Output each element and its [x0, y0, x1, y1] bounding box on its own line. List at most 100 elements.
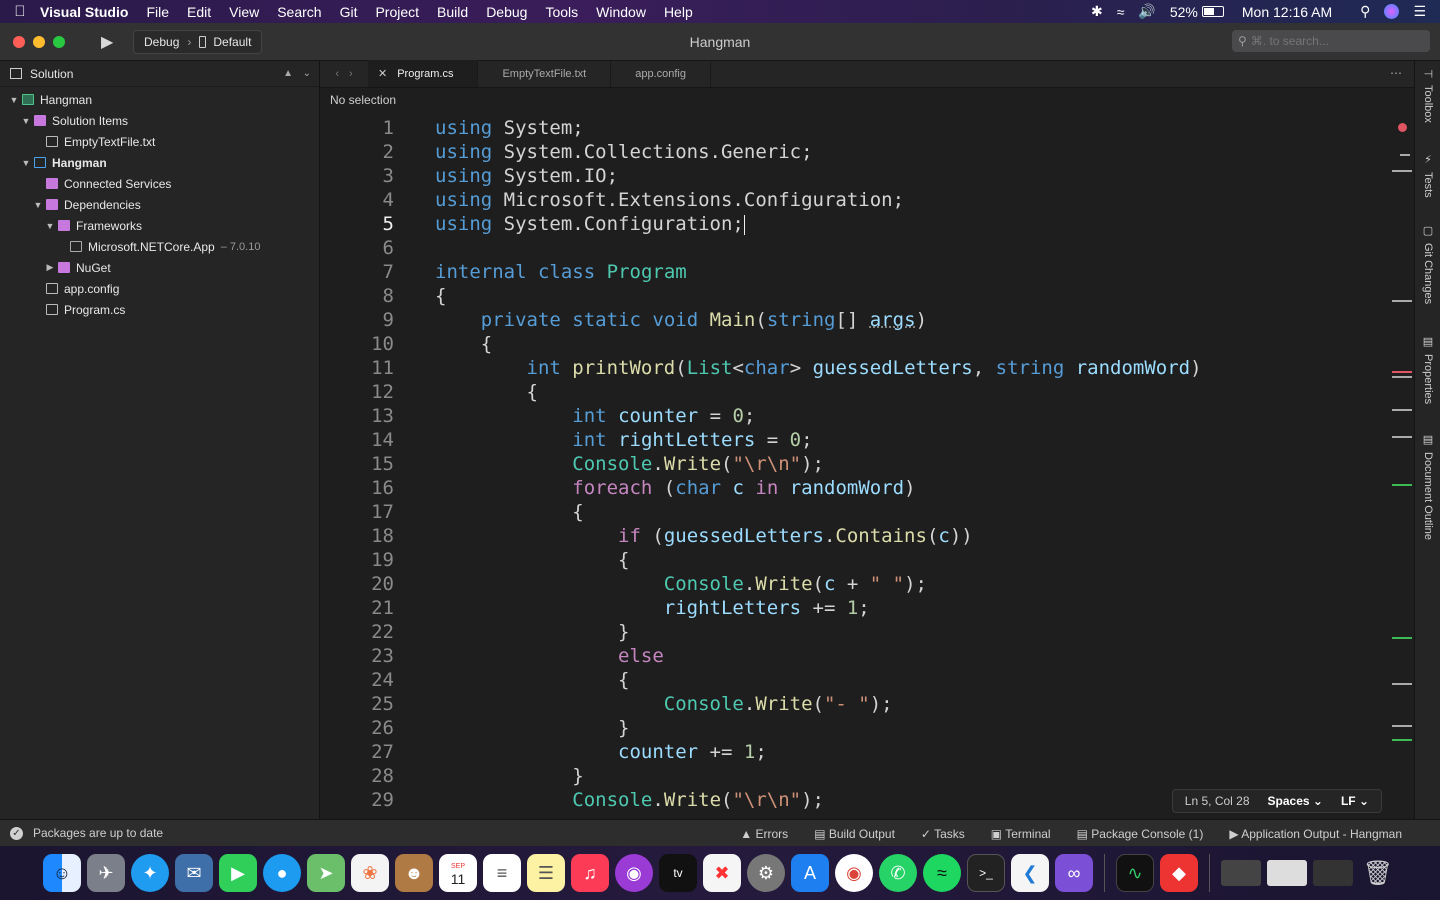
tree-item[interactable]: ▼ Hangman	[0, 152, 319, 173]
more-tabs-icon[interactable]: ⋯	[1390, 66, 1402, 80]
menu-tools[interactable]: Tools	[545, 4, 578, 20]
tree-item[interactable]: ▼ Hangman	[0, 89, 319, 110]
podcasts-icon[interactable]: ◉	[615, 854, 653, 892]
battery-icon[interactable]	[1201, 6, 1224, 17]
calendar-icon[interactable]: SEP 11	[439, 854, 477, 892]
wifi-icon[interactable]: ≈	[1117, 4, 1125, 20]
menu-build[interactable]: Build	[437, 4, 468, 20]
contacts-icon[interactable]: ☻	[395, 854, 433, 892]
app-menu[interactable]: Visual Studio	[40, 4, 128, 20]
search-input[interactable]	[1250, 34, 1411, 48]
apple-menu-icon[interactable]: 	[0, 3, 40, 20]
pad-terminal[interactable]: ▣ Terminal	[991, 827, 1051, 841]
pad-tests[interactable]: ⚡ Tests	[1415, 153, 1440, 198]
safari-icon[interactable]: ✦	[131, 854, 169, 892]
minimized-window-icon[interactable]	[1221, 860, 1261, 886]
pad-document-outline[interactable]: ▤ Document Outline	[1415, 433, 1440, 540]
pad-build-output[interactable]: ▤ Build Output	[814, 827, 895, 841]
anydesk-icon[interactable]: ◆	[1160, 854, 1198, 892]
tree-item[interactable]: app.config	[0, 278, 319, 299]
overview-ruler[interactable]	[1392, 88, 1414, 819]
tree-item[interactable]: ▼ Dependencies	[0, 194, 319, 215]
pad-properties[interactable]: ▤ Properties	[1415, 335, 1440, 404]
music-icon[interactable]: ♫	[571, 854, 609, 892]
cursor-position[interactable]: Ln 5, Col 28	[1185, 794, 1250, 808]
tab-program-cs[interactable]: ✕ Program.cs	[368, 60, 479, 87]
expanded-arrow-icon[interactable]: ▼	[8, 95, 20, 105]
zoom-window-button[interactable]	[53, 35, 65, 48]
tree-item[interactable]: ▼ Frameworks	[0, 215, 319, 236]
minimized-window-icon[interactable]	[1313, 860, 1353, 886]
trash-icon[interactable]: 🗑	[1359, 854, 1397, 892]
visual-studio-icon[interactable]: ∞	[1055, 854, 1093, 892]
bluetooth-icon[interactable]: ✱	[1091, 3, 1103, 20]
menu-file[interactable]: File	[146, 4, 169, 20]
pad-tasks[interactable]: ✓ Tasks	[921, 827, 965, 841]
finder-icon[interactable]: ☺	[43, 854, 81, 892]
configuration-selector[interactable]: Debug › Default	[133, 29, 263, 54]
menu-view[interactable]: View	[229, 4, 259, 20]
tree-item[interactable]: Microsoft.NETCore.App – 7.0.10	[0, 236, 319, 257]
tree-item[interactable]: ▶ NuGet	[0, 257, 319, 278]
spotlight-icon[interactable]: ⚲	[1360, 3, 1370, 20]
tree-item[interactable]: Program.cs	[0, 299, 319, 320]
system-preferences-icon[interactable]: ⚙	[747, 854, 785, 892]
chevron-left-icon[interactable]: ‹	[335, 68, 339, 80]
search-box[interactable]: ⚲	[1232, 30, 1430, 52]
expanded-arrow-icon[interactable]: ▼	[44, 221, 56, 231]
menu-project[interactable]: Project	[375, 4, 419, 20]
expanded-arrow-icon[interactable]: ▼	[32, 200, 44, 210]
spotify-icon[interactable]: ≈	[923, 854, 961, 892]
minimize-window-button[interactable]	[33, 35, 45, 48]
app-store-icon[interactable]: A	[791, 854, 829, 892]
mail-icon[interactable]: ✉	[175, 854, 213, 892]
collapsed-arrow-icon[interactable]: ▶	[44, 262, 56, 273]
run-icon[interactable]: ▶	[101, 32, 121, 52]
line-endings-selector[interactable]: LF ⌄	[1341, 794, 1369, 808]
activity-monitor-icon[interactable]: ∿	[1116, 854, 1154, 892]
launchpad-icon[interactable]: ✈	[87, 854, 125, 892]
terminal-icon[interactable]: >_	[967, 854, 1005, 892]
menu-clock[interactable]: Mon 12:16 AM	[1242, 4, 1332, 20]
tree-item[interactable]: Connected Services	[0, 173, 319, 194]
tree-item[interactable]: ▼ Solution Items	[0, 110, 319, 131]
code-area[interactable]: 1 using System; 2 using System.Collections…	[320, 116, 1414, 819]
siri-icon[interactable]	[1384, 4, 1400, 19]
expanded-arrow-icon[interactable]: ▼	[20, 116, 32, 126]
volume-icon[interactable]: 🔊	[1138, 3, 1155, 20]
pad-git-changes[interactable]: ▢ Git Changes	[1415, 224, 1440, 304]
chrome-icon[interactable]: ◉	[835, 854, 873, 892]
chevron-down-icon[interactable]: ⌄	[303, 68, 311, 79]
vscode-icon[interactable]: ❮	[1011, 854, 1049, 892]
close-window-button[interactable]	[13, 35, 25, 48]
messages-icon[interactable]: ●	[263, 854, 301, 892]
pad-application-output[interactable]: ▶ Application Output - Hangman	[1229, 827, 1402, 841]
pad-package-console[interactable]: ▤ Package Console (1)	[1077, 827, 1204, 841]
facetime-icon[interactable]: ▶	[219, 854, 257, 892]
notes-icon[interactable]: ☰	[527, 854, 565, 892]
close-tab-icon[interactable]: ✕	[378, 67, 387, 80]
tree-item[interactable]: EmptyTextFile.txt	[0, 131, 319, 152]
tab-emptytextfile[interactable]: EmptyTextFile.txt	[478, 60, 612, 87]
menu-edit[interactable]: Edit	[187, 4, 211, 20]
menu-debug[interactable]: Debug	[486, 4, 527, 20]
pin-icon[interactable]: ▲	[283, 68, 293, 79]
menu-search[interactable]: Search	[277, 4, 321, 20]
menu-help[interactable]: Help	[664, 4, 693, 20]
photos-icon[interactable]: ❀	[351, 854, 389, 892]
menu-window[interactable]: Window	[596, 4, 646, 20]
pad-toolbox[interactable]: ⊤ Toolbox	[1415, 69, 1440, 123]
reminders-icon[interactable]: ≡	[483, 854, 521, 892]
menu-git[interactable]: Git	[340, 4, 358, 20]
control-center-icon[interactable]: ☰	[1413, 3, 1426, 20]
whatsapp-icon[interactable]: ✆	[879, 854, 917, 892]
pad-errors[interactable]: ▲ Errors	[740, 827, 788, 841]
tab-app-config[interactable]: app.config	[611, 60, 711, 87]
news-icon[interactable]: ✖	[703, 854, 741, 892]
indentation-selector[interactable]: Spaces ⌄	[1268, 794, 1323, 808]
expanded-arrow-icon[interactable]: ▼	[20, 158, 32, 168]
apple-tv-icon[interactable]: tv	[659, 854, 697, 892]
minimized-window-icon[interactable]	[1267, 860, 1307, 886]
chevron-right-icon[interactable]: ›	[349, 68, 353, 80]
maps-icon[interactable]: ➤	[307, 854, 345, 892]
